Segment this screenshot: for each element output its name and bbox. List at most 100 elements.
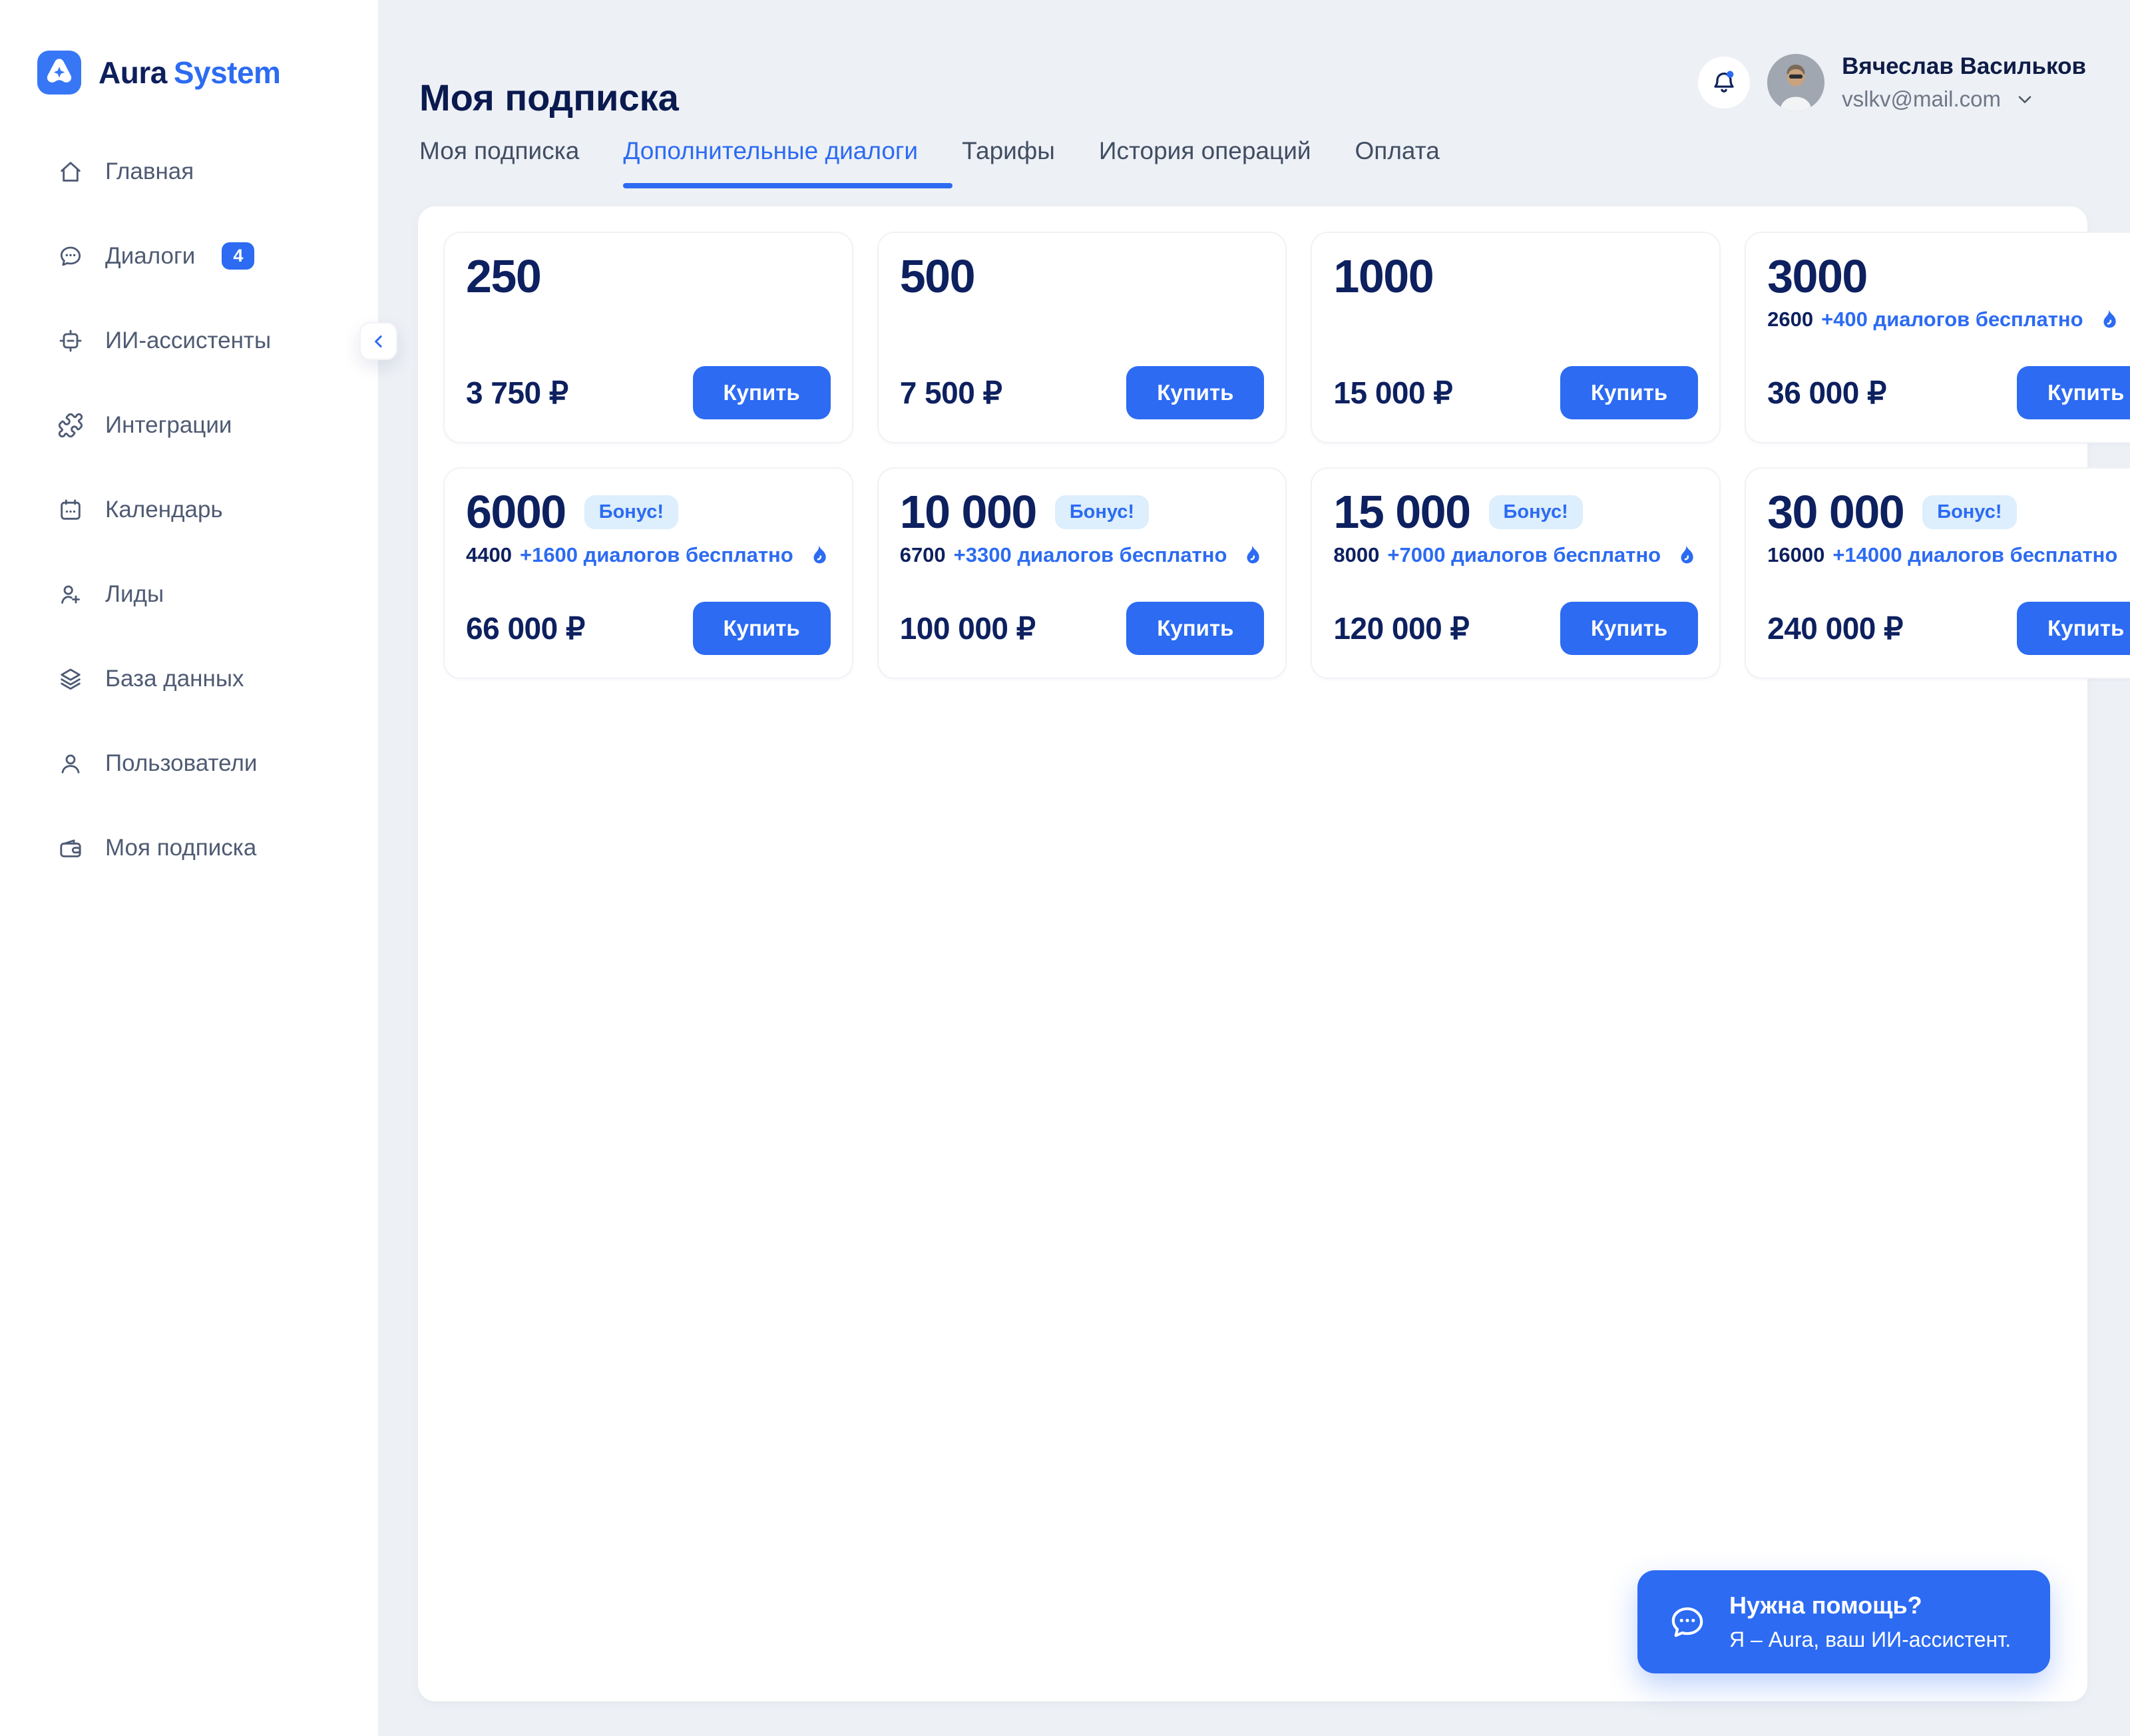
bonus-badge: Бонус! — [1489, 495, 1583, 529]
calendar-icon — [57, 497, 84, 523]
tab-additional-dialogs[interactable]: Дополнительные диалоги — [623, 137, 918, 185]
sidebar-item-database[interactable]: База данных — [0, 636, 378, 721]
package-price: 3 750 ₽ — [466, 375, 568, 411]
package-price: 7 500 ₽ — [900, 375, 1002, 411]
bonus-amount: +400 диалогов бесплатно — [1821, 308, 2083, 331]
package-price: 120 000 ₽ — [1333, 610, 1469, 646]
packages-grid: 250 3 750 ₽ Купить 500 7 500 ₽ Купить — [418, 206, 2087, 704]
sidebar-item-integrations[interactable]: Интеграции — [0, 383, 378, 467]
buy-button[interactable]: Купить — [2017, 366, 2130, 419]
sidebar-item-ai-assistants[interactable]: ИИ-ассистенты — [0, 298, 378, 383]
sidebar-item-home[interactable]: Главная — [0, 129, 378, 214]
puzzle-icon — [57, 412, 84, 439]
chat-bubble-icon — [1667, 1602, 1708, 1643]
bonus-line: 6700 +3300 диалогов бесплатно — [900, 542, 1265, 568]
package-card-1000: 1000 15 000 ₽ Купить — [1311, 232, 1721, 443]
user-plus-icon — [57, 581, 84, 608]
buy-button[interactable]: Купить — [2017, 602, 2130, 655]
user-icon — [57, 750, 84, 777]
user-cluster: Вячеслав Васильков vslkv@mail.com — [1698, 53, 2086, 112]
sidebar: AuraSystem Главная Диалоги 4 — [0, 0, 378, 1736]
base-amount: 8000 — [1333, 543, 1379, 567]
package-price: 15 000 ₽ — [1333, 375, 1452, 411]
chat-text: Нужна помощь? Я – Aura, ваш ИИ-ассистент… — [1729, 1592, 2011, 1652]
flame-icon — [1237, 542, 1264, 568]
dialogs-count-badge: 4 — [222, 242, 254, 270]
help-chat-widget[interactable]: Нужна помощь? Я – Aura, ваш ИИ-ассистент… — [1637, 1570, 2050, 1673]
user-avatar[interactable] — [1767, 54, 1824, 111]
layers-icon — [57, 666, 84, 692]
buy-button[interactable]: Купить — [1126, 602, 1264, 655]
sidebar-item-label: Календарь — [105, 497, 223, 523]
package-card-6000: 6000 Бонус! 4400 +1600 диалогов бесплатн… — [443, 467, 853, 679]
sidebar-item-label: Лиды — [105, 581, 164, 608]
tab-bar: Моя подписка Дополнительные диалоги Тари… — [419, 137, 1440, 185]
bonus-line: 4400 +1600 диалогов бесплатно — [466, 542, 831, 568]
sidebar-collapse-button[interactable] — [359, 322, 397, 360]
package-card-15000: 15 000 Бонус! 8000 +7000 диалогов беспла… — [1311, 467, 1721, 679]
package-card-30000: 30 000 Бонус! 16000 +14000 диалогов бесп… — [1745, 467, 2130, 679]
sidebar-item-label: ИИ-ассистенты — [105, 327, 271, 354]
buy-button[interactable]: Купить — [1126, 366, 1264, 419]
sidebar-item-label: Пользователи — [105, 750, 257, 777]
buy-button[interactable]: Купить — [1560, 602, 1698, 655]
base-amount: 6700 — [900, 543, 946, 567]
bonus-amount: +14000 диалогов бесплатно — [1832, 543, 2117, 567]
wallet-icon — [57, 835, 84, 861]
tab-history[interactable]: История операций — [1099, 137, 1311, 185]
sidebar-item-label: Диалоги — [105, 243, 195, 270]
buy-button[interactable]: Купить — [693, 602, 831, 655]
tab-my-subscription[interactable]: Моя подписка — [419, 137, 579, 185]
package-amount: 10 000 — [900, 486, 1036, 538]
cpu-chip-icon — [57, 327, 84, 354]
user-email: vslkv@mail.com — [1842, 87, 2001, 112]
main-content: Моя подписка Вячеслав Васильков vslkv@ma… — [418, 0, 2087, 1736]
package-amount: 6000 — [466, 486, 566, 538]
user-menu-trigger[interactable]: vslkv@mail.com — [1842, 87, 2086, 112]
flame-icon — [2094, 306, 2121, 333]
bonus-line: 8000 +7000 диалогов бесплатно — [1333, 542, 1698, 568]
buy-button[interactable]: Купить — [1560, 366, 1698, 419]
sidebar-item-calendar[interactable]: Календарь — [0, 467, 378, 552]
sidebar-item-subscription[interactable]: Моя подписка — [0, 805, 378, 890]
package-price: 66 000 ₽ — [466, 610, 585, 646]
chat-subtitle: Я – Aura, ваш ИИ-ассистент. — [1729, 1628, 2011, 1652]
app-root: AuraSystem Главная Диалоги 4 — [0, 0, 2130, 1736]
sidebar-item-label: Моя подписка — [105, 835, 256, 861]
package-amount: 3000 — [1767, 250, 1867, 302]
base-amount: 4400 — [466, 543, 512, 567]
package-price: 36 000 ₽ — [1767, 375, 1886, 411]
package-price: 100 000 ₽ — [900, 610, 1036, 646]
content-panel: 250 3 750 ₽ Купить 500 7 500 ₽ Купить — [418, 206, 2087, 1701]
bonus-badge: Бонус! — [1055, 495, 1149, 529]
chevron-down-icon — [2014, 89, 2035, 110]
package-amount: 30 000 — [1767, 486, 1904, 538]
aura-logo-icon — [37, 51, 81, 95]
package-card-3000: 3000 2600 +400 диалогов бесплатно 36 000… — [1745, 232, 2130, 443]
tab-plans[interactable]: Тарифы — [962, 137, 1055, 185]
bonus-badge: Бонус! — [1922, 495, 2016, 529]
sidebar-item-leads[interactable]: Лиды — [0, 552, 378, 636]
bonus-amount: +3300 диалогов бесплатно — [954, 543, 1227, 567]
brand-logo[interactable]: AuraSystem — [37, 51, 378, 95]
bonus-badge: Бонус! — [584, 495, 678, 529]
base-amount: 16000 — [1767, 543, 1824, 567]
sidebar-nav: Главная Диалоги 4 ИИ-ассистенты Интегра — [0, 129, 378, 890]
sidebar-item-dialogs[interactable]: Диалоги 4 — [0, 214, 378, 298]
bonus-line: 2600 +400 диалогов бесплатно — [1767, 306, 2130, 333]
tab-payment[interactable]: Оплата — [1355, 137, 1440, 185]
bonus-amount: +7000 диалогов бесплатно — [1387, 543, 1661, 567]
sidebar-item-label: Главная — [105, 158, 194, 185]
package-price: 240 000 ₽ — [1767, 610, 1903, 646]
notifications-button[interactable] — [1698, 57, 1750, 108]
buy-button[interactable]: Купить — [693, 366, 831, 419]
brand-name: AuraSystem — [99, 55, 280, 91]
avatar-photo — [1767, 54, 1824, 111]
package-amount: 500 — [900, 250, 974, 302]
sidebar-item-users[interactable]: Пользователи — [0, 721, 378, 805]
bell-icon — [1709, 67, 1739, 98]
chat-bubble-icon — [57, 243, 84, 270]
package-amount: 250 — [466, 250, 540, 302]
sidebar-item-label: База данных — [105, 666, 244, 692]
package-amount: 15 000 — [1333, 486, 1470, 538]
